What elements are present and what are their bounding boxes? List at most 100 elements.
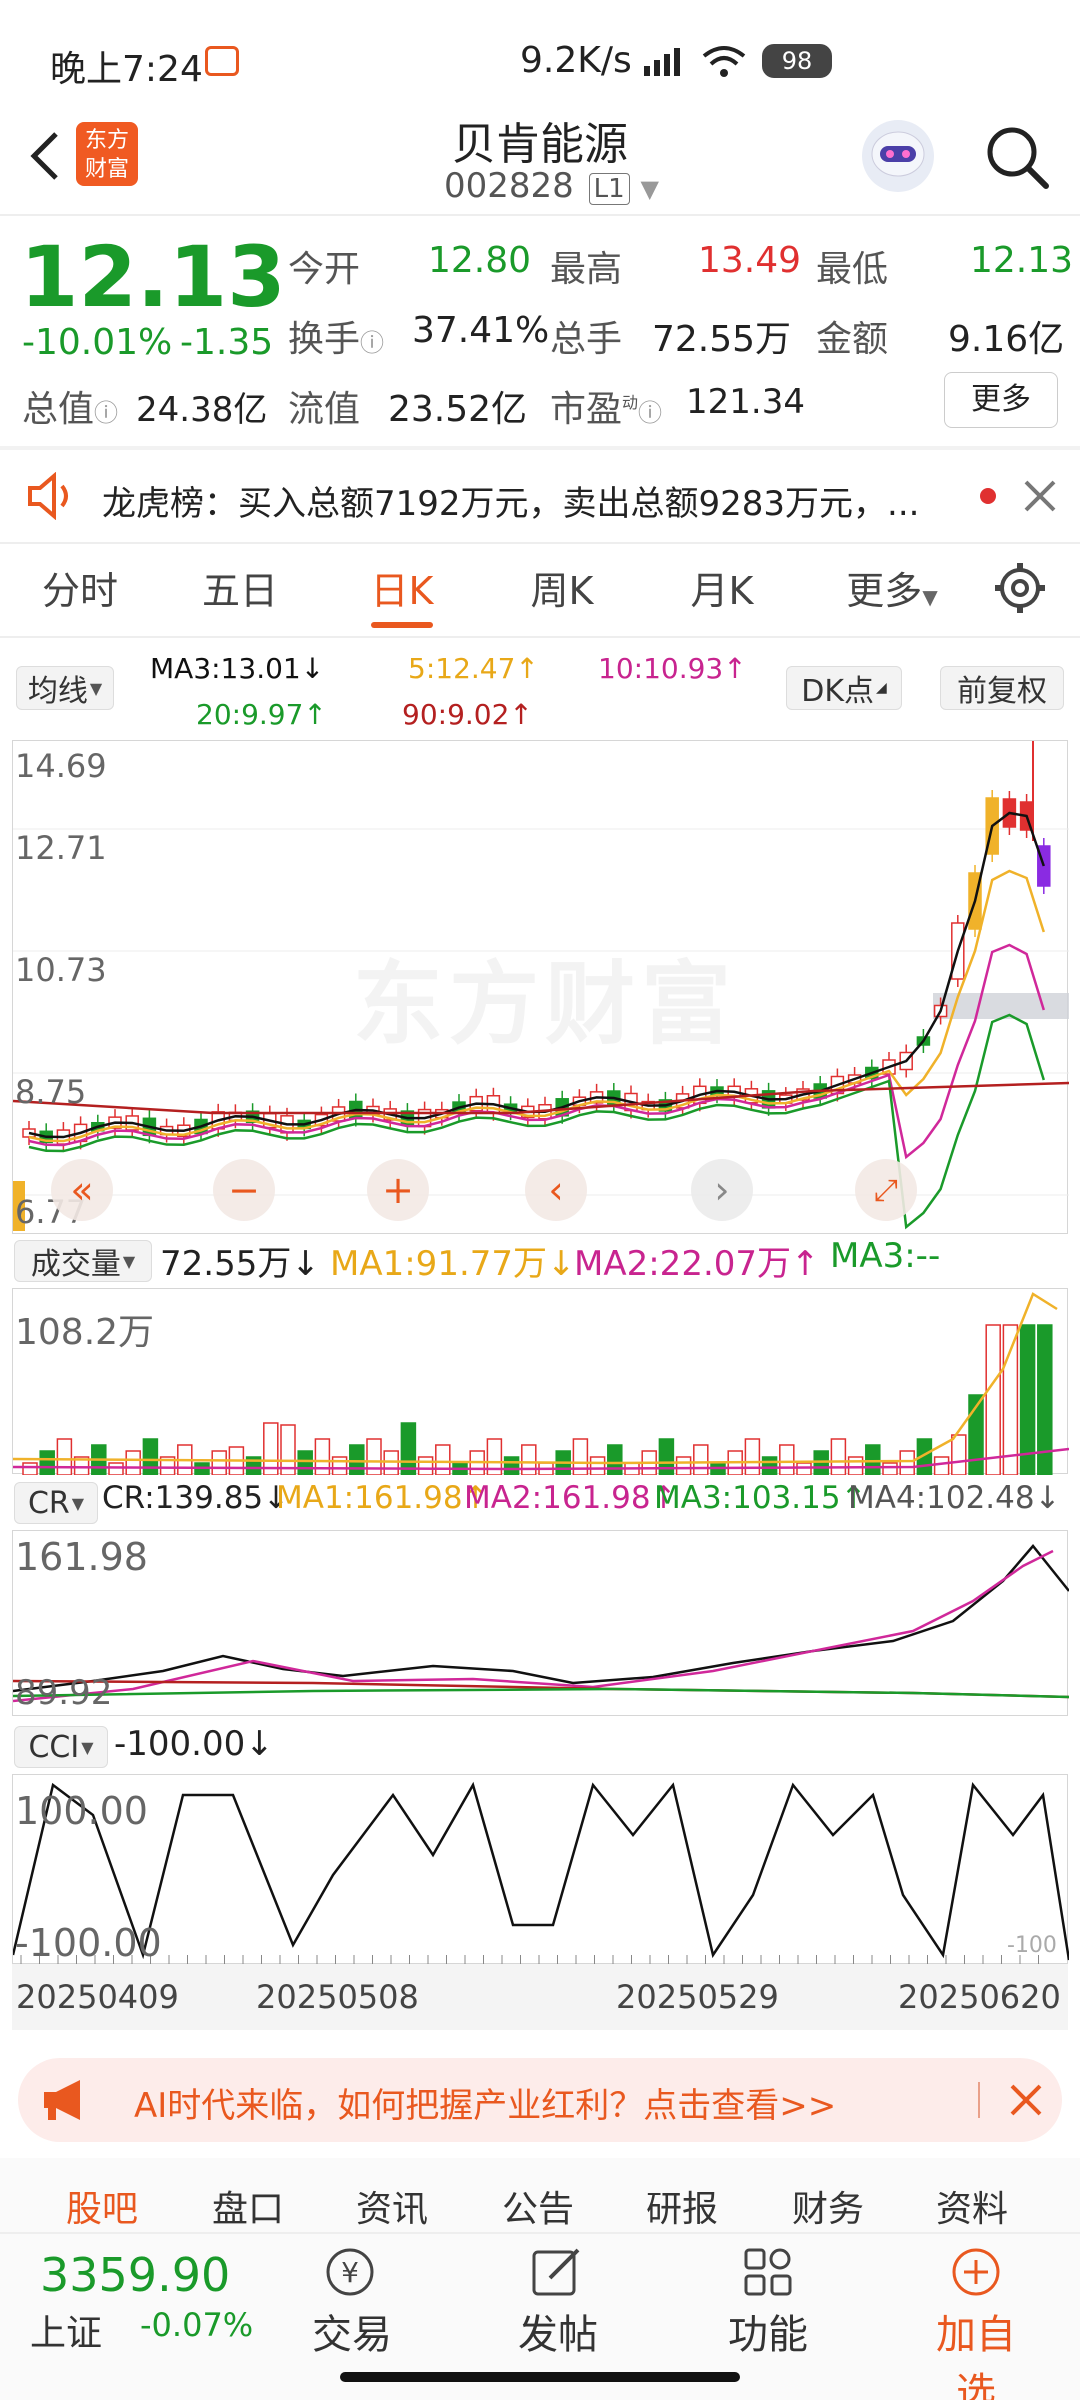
tab-announcement[interactable]: 公告	[502, 2180, 574, 2232]
pe-label[interactable]: 市盈动ⓘ	[550, 380, 662, 432]
volume-bar	[796, 1462, 812, 1475]
close-icon[interactable]	[1008, 2082, 1044, 2118]
amount-value: 9.16亿	[948, 319, 1065, 360]
volume-bar	[435, 1444, 451, 1475]
turnover-label[interactable]: 换手ⓘ	[288, 310, 384, 362]
settings-gear-icon[interactable]	[992, 560, 1048, 616]
tab-fenshi[interactable]: 分时	[42, 560, 118, 615]
more-button[interactable]: 更多	[944, 372, 1058, 428]
volume-bar	[331, 1456, 348, 1475]
cci-dropdown[interactable]: CCI ▼	[14, 1726, 108, 1768]
volume-bar	[142, 1438, 159, 1475]
active-tab-underline	[371, 622, 433, 628]
bottom-divider	[0, 2232, 1080, 2234]
cr-ma3-line	[13, 1687, 1069, 1699]
zoom-out-far-button[interactable]: «	[51, 1159, 113, 1221]
zoom-in-button[interactable]: +	[367, 1159, 429, 1221]
volume-bar	[297, 1450, 313, 1475]
volume-bar	[314, 1438, 331, 1475]
post-button[interactable]: 发帖	[518, 2302, 598, 2360]
megaphone-icon	[40, 2078, 96, 2122]
volume-bar	[125, 1450, 141, 1475]
volume-bar	[847, 1456, 864, 1475]
volume-chart[interactable]	[13, 1289, 1069, 1475]
add-circle-icon	[948, 2244, 1004, 2300]
add-watchlist-button[interactable]: 加自选	[924, 2302, 1028, 2400]
tab-research[interactable]: 研报	[646, 2180, 718, 2232]
dk-point-button[interactable]: DK点 ◢	[786, 666, 902, 710]
volume-value: 72.55万	[652, 319, 792, 360]
network-speed: 9.2K/s	[520, 40, 632, 81]
search-icon[interactable]	[982, 122, 1052, 192]
pe-value: 121.34	[686, 382, 805, 422]
volume-chart-box: 108.2万	[12, 1288, 1069, 1475]
open-value: 12.80	[428, 240, 532, 281]
cci-chart-box: 100.00 -100.00 -100	[12, 1774, 1069, 1965]
app-root: 晚上7:24 9.2K/s 98 东方 财富 贝肯能源 002828 L1 ▼ …	[0, 0, 1080, 2400]
x-date-2: 20250508	[256, 1978, 419, 2016]
scroll-right-button[interactable]: ›	[691, 1159, 753, 1221]
info-icon: ⓘ	[638, 399, 663, 427]
volume-dropdown[interactable]: 成交量 ▼	[14, 1240, 152, 1282]
tab-news[interactable]: 资讯	[356, 2180, 428, 2232]
tab-weekly-k[interactable]: 周K	[531, 560, 594, 615]
ma10-value: 10:10.93↑	[598, 652, 747, 685]
index-value[interactable]: 3359.90	[40, 2248, 230, 2302]
adjustment-button[interactable]: 前复权	[940, 666, 1064, 710]
corner-triangle-icon: ◢	[876, 680, 887, 696]
cr-ma1: MA1:161.98↑	[276, 1480, 489, 1516]
tab-monthly-k[interactable]: 月K	[691, 560, 754, 615]
x-date-4: 20250620	[898, 1978, 1061, 2016]
cci-y-right-label: -100	[1007, 1933, 1057, 1958]
tab-finance[interactable]: 财务	[792, 2180, 864, 2232]
cr-ma2-line	[13, 1549, 1054, 1703]
ad-banner[interactable]: AI时代来临，如何把握产业红利？点击查看>>	[18, 2058, 1062, 2142]
ma-dropdown[interactable]: 均线 ▼	[16, 666, 114, 710]
cr-dropdown[interactable]: CR ▼	[14, 1482, 98, 1524]
info-icon: ⓘ	[360, 329, 385, 357]
volume-bar	[693, 1444, 709, 1475]
tab-pankou[interactable]: 盘口	[212, 2180, 284, 2232]
tab-guba[interactable]: 股吧	[66, 2180, 138, 2232]
turnover-value: 37.41%	[412, 310, 550, 351]
tab-profile[interactable]: 资料	[936, 2180, 1008, 2232]
tab-daily-k[interactable]: 日K	[371, 560, 434, 615]
zoom-out-button[interactable]: −	[213, 1159, 275, 1221]
volume-label: 总手	[550, 319, 623, 360]
x-date-3: 20250529	[616, 1978, 779, 2016]
volume-bar	[39, 1450, 55, 1475]
cr-value: CR:139.85↓	[102, 1480, 290, 1516]
volume-bar	[211, 1450, 227, 1475]
trade-button[interactable]: 交易	[312, 2302, 392, 2360]
quote-divider	[0, 446, 1080, 450]
ma3-value: MA3:13.01↓	[150, 652, 325, 685]
caret-down-icon: ▼	[89, 678, 103, 698]
volume-bar	[400, 1422, 417, 1475]
volume-y-label: 108.2万	[15, 1312, 155, 1353]
stock-code-row[interactable]: 002828 L1 ▼	[444, 166, 659, 206]
cci-line	[13, 1781, 1069, 1961]
caret-down-icon: ▼	[122, 1251, 136, 1271]
low-label: 最低	[816, 249, 889, 290]
volume-bar	[589, 1456, 606, 1475]
function-button[interactable]: 功能	[728, 2302, 808, 2360]
current-price: 12.13	[20, 228, 286, 326]
cci-y-bottom-label: -100.00	[15, 1921, 162, 1965]
ad-separator	[978, 2082, 980, 2118]
volume-bar	[951, 1434, 967, 1475]
scroll-left-button[interactable]: ‹	[525, 1159, 587, 1221]
tabs-divider	[0, 636, 1080, 638]
cr-ma3: MA3:103.15↑	[654, 1480, 867, 1516]
cci-chart[interactable]	[13, 1775, 1069, 1965]
fullscreen-button[interactable]: ⤢	[855, 1159, 917, 1221]
total-cap-label[interactable]: 总值ⓘ	[22, 380, 118, 432]
volume-ma2: MA2:22.07万↑	[574, 1244, 820, 1284]
cci-y-top-label: 100.00	[15, 1789, 148, 1833]
tab-wuri[interactable]: 五日	[202, 560, 278, 615]
notice-text[interactable]: 龙虎榜：买入总额7192万元，卖出总额9283万元，...	[102, 476, 962, 525]
tab-more[interactable]: 更多▼	[846, 560, 937, 615]
close-icon[interactable]	[1020, 476, 1060, 516]
cr-chart[interactable]	[13, 1531, 1069, 1717]
robot-assistant-icon[interactable]	[862, 120, 934, 192]
volume-bar	[22, 1462, 38, 1475]
